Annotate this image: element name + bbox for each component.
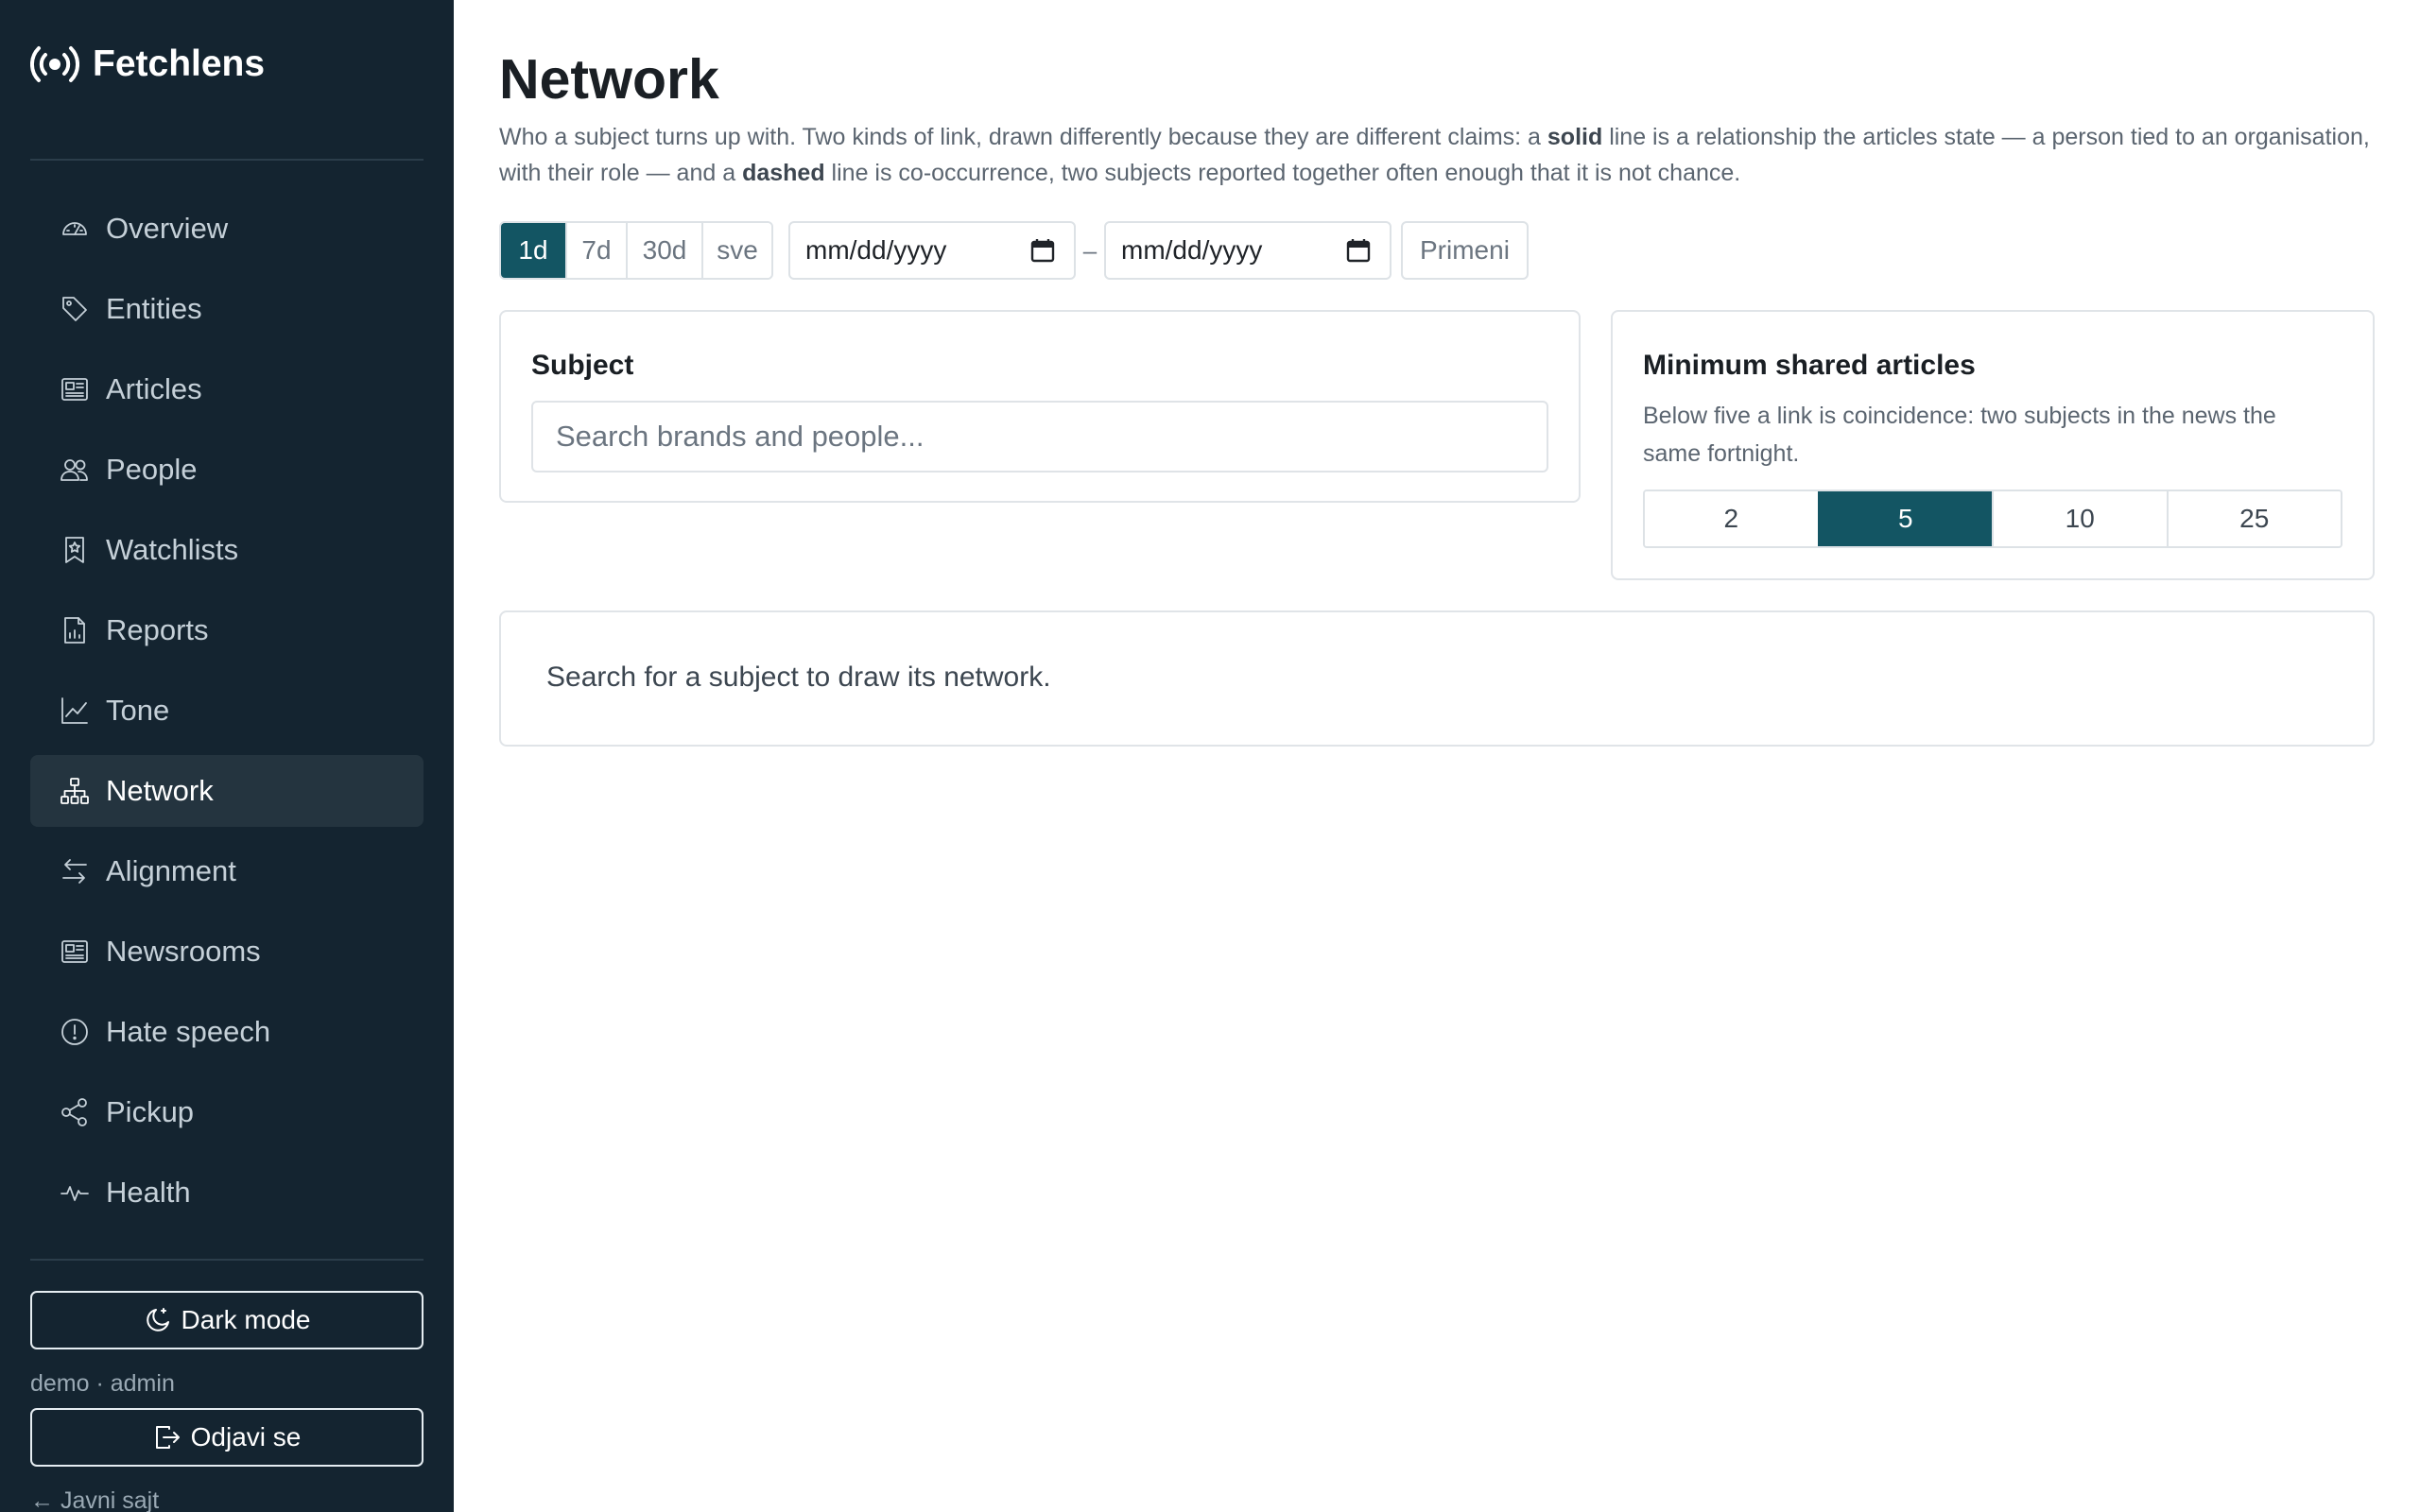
min-shared-option-25[interactable]: 25	[2166, 491, 2341, 546]
network-empty-state: Search for a subject to draw its network…	[499, 610, 2375, 747]
sidebar-item-label: Network	[106, 774, 214, 807]
subject-search-input[interactable]	[531, 401, 1548, 472]
sidebar-item-people[interactable]: People	[30, 434, 424, 506]
logout-button[interactable]: Odjavi se	[30, 1408, 424, 1467]
subject-card: Subject	[499, 310, 1581, 503]
dark-mode-button[interactable]: Dark mode	[30, 1291, 424, 1349]
sidebar-item-label: Entities	[106, 292, 202, 325]
newspaper-icon	[59, 936, 91, 968]
range-all-button[interactable]: sve	[701, 223, 771, 278]
gauge-icon	[59, 213, 91, 245]
range-preset-group: 1d 7d 30d sve	[499, 221, 773, 280]
app-name: Fetchlens	[93, 43, 266, 84]
sidebar-item-network[interactable]: Network	[30, 755, 424, 827]
subject-card-title: Subject	[531, 350, 634, 381]
sidebar-item-label: Overview	[106, 212, 229, 245]
sidebar-nav: Overview Entities Articles People Watchl…	[30, 193, 424, 1237]
dark-mode-label: Dark mode	[181, 1305, 311, 1334]
range-30d-button[interactable]: 30d	[626, 223, 701, 278]
arrows-swap-icon	[59, 855, 91, 887]
sidebar: Fetchlens Overview Entities Articles Peo…	[0, 0, 454, 1512]
date-from-input[interactable]: mm/dd/yyyy	[788, 221, 1076, 280]
sidebar-item-articles[interactable]: Articles	[30, 353, 424, 425]
sidebar-item-label: Alignment	[106, 854, 236, 887]
min-shared-option-10[interactable]: 10	[1992, 491, 2167, 546]
description-text: Who a subject turns up with. Two kinds o…	[499, 124, 1547, 150]
sidebar-item-hate-speech[interactable]: Hate speech	[30, 996, 424, 1068]
share-icon	[59, 1096, 91, 1128]
empty-state-text: Search for a subject to draw its network…	[546, 662, 1051, 693]
logout-label: Odjavi se	[190, 1422, 302, 1452]
sidebar-divider	[30, 159, 424, 161]
date-to-placeholder: mm/dd/yyyy	[1121, 235, 1263, 265]
line-chart-icon	[59, 695, 91, 727]
brand-logo[interactable]: Fetchlens	[30, 43, 265, 85]
sidebar-item-label: People	[106, 453, 198, 486]
logout-icon	[155, 1426, 180, 1449]
sidebar-item-pickup[interactable]: Pickup	[30, 1076, 424, 1148]
public-site-link[interactable]: ← Javni sajt	[30, 1487, 159, 1512]
sidebar-item-watchlists[interactable]: Watchlists	[30, 514, 424, 586]
sidebar-item-label: Newsrooms	[106, 935, 261, 968]
calendar-icon[interactable]	[1030, 238, 1055, 263]
page-description: Who a subject turns up with. Two kinds o…	[499, 119, 2380, 191]
min-shared-title: Minimum shared articles	[1643, 350, 1976, 381]
min-shared-option-2[interactable]: 2	[1645, 491, 1818, 546]
sidebar-item-entities[interactable]: Entities	[30, 273, 424, 345]
bookmark-star-icon	[59, 534, 91, 566]
sidebar-item-newsrooms[interactable]: Newsrooms	[30, 916, 424, 988]
description-emphasis: dashed	[742, 160, 825, 186]
date-to-input[interactable]: mm/dd/yyyy	[1104, 221, 1392, 280]
date-range-controls: 1d 7d 30d sve mm/dd/yyyy – mm/dd/yyyy Pr…	[499, 221, 1529, 280]
date-from-placeholder: mm/dd/yyyy	[805, 235, 947, 265]
sidebar-item-label: Tone	[106, 694, 170, 727]
apply-range-button[interactable]: Primeni	[1401, 221, 1529, 280]
sidebar-item-label: Reports	[106, 613, 209, 646]
description-emphasis: solid	[1547, 124, 1603, 150]
exclamation-circle-icon	[59, 1016, 91, 1048]
sidebar-item-label: Health	[106, 1176, 191, 1209]
sidebar-divider	[30, 1259, 424, 1261]
range-1d-button[interactable]: 1d	[501, 223, 565, 278]
sidebar-item-label: Articles	[106, 372, 202, 405]
sidebar-item-health[interactable]: Health	[30, 1157, 424, 1228]
activity-icon	[59, 1177, 91, 1209]
calendar-icon[interactable]	[1346, 238, 1371, 263]
description-text: line is co-occurrence, two subjects repo…	[824, 160, 1741, 186]
min-shared-description: Below five a link is coincidence: two su…	[1643, 403, 2276, 467]
min-shared-selector: 2 5 10 25	[1643, 490, 2342, 548]
min-shared-card: Minimum shared articles Below five a lin…	[1611, 310, 2375, 580]
sidebar-item-alignment[interactable]: Alignment	[30, 835, 424, 907]
moon-stars-icon	[146, 1308, 169, 1332]
diagram-icon	[59, 775, 91, 807]
user-info: demo · admin	[30, 1370, 175, 1397]
page-title: Network	[499, 48, 719, 111]
sidebar-item-label: Watchlists	[106, 533, 239, 566]
min-shared-option-5[interactable]: 5	[1817, 491, 1992, 546]
sidebar-item-overview[interactable]: Overview	[30, 193, 424, 265]
sidebar-item-label: Pickup	[106, 1095, 195, 1128]
file-chart-icon	[59, 614, 91, 646]
sidebar-item-tone[interactable]: Tone	[30, 675, 424, 747]
date-range-separator: –	[1082, 235, 1098, 265]
sidebar-item-label: Hate speech	[106, 1015, 271, 1048]
sidebar-item-reports[interactable]: Reports	[30, 594, 424, 666]
broadcast-icon	[30, 46, 79, 82]
newspaper-icon	[59, 373, 91, 405]
people-icon	[59, 454, 91, 486]
range-7d-button[interactable]: 7d	[565, 223, 626, 278]
tag-icon	[59, 293, 91, 325]
